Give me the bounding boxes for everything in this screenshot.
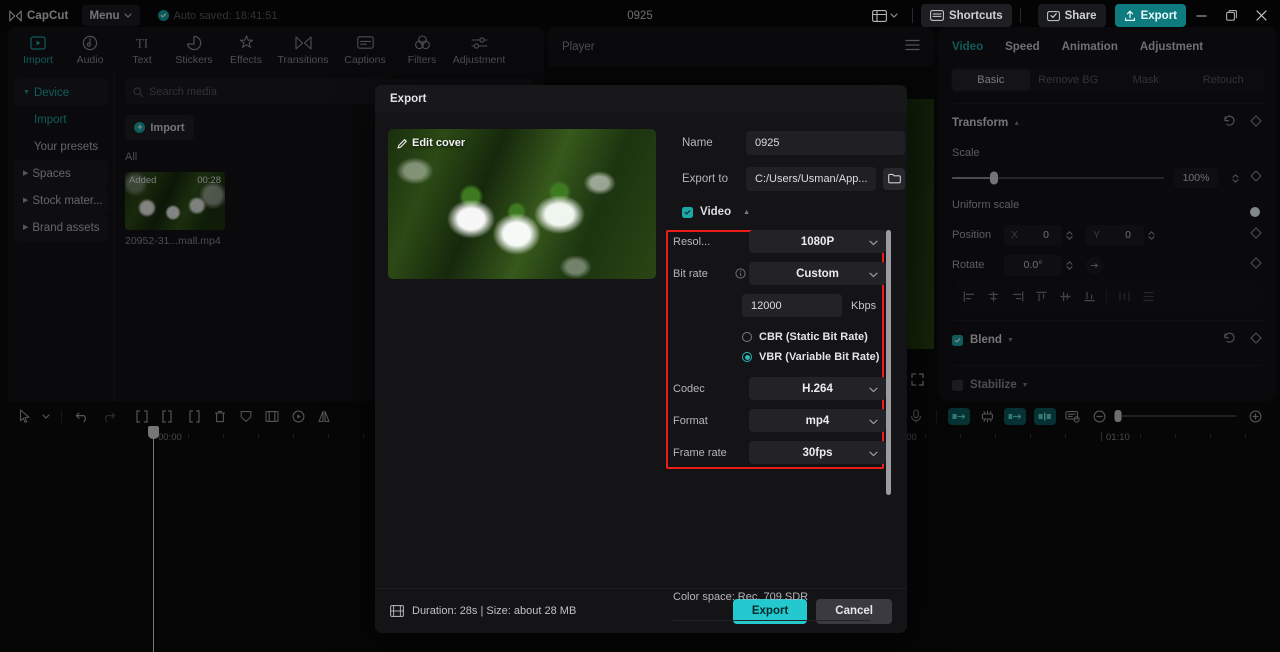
shortcuts-button[interactable]: Shortcuts [920,4,1012,27]
export-dialog-scrollbar[interactable] [886,230,891,577]
edit-cover-button[interactable]: Edit cover [397,137,465,149]
export-dialog-header: Export [375,85,907,112]
cbr-radio-row[interactable]: CBR (Static Bit Rate) [666,327,907,347]
name-label: Name [682,136,713,149]
chevron-down-icon [869,380,878,398]
share-label: Share [1064,9,1097,22]
codec-select[interactable]: H.264 [749,377,886,400]
minimize-button[interactable] [1186,0,1216,31]
export-button[interactable]: Export [1114,4,1186,27]
resolution-value: 1080P [800,235,835,248]
video-section-header: Video ▲ [682,206,905,218]
upload-icon [1124,10,1135,21]
export-to-row: Export to C:/Users/Usman/App... [682,165,906,192]
export-to-label: Export to [682,172,729,185]
vbr-radio-row[interactable]: VBR (Variable Bit Rate) [666,347,907,367]
chevron-down-icon [869,265,878,283]
chevron-down-icon [890,13,898,18]
format-row: Format mp4 [666,409,907,432]
color-space-label: Color space: Rec. 709 SDR [673,591,809,603]
framerate-select[interactable]: 30fps [749,441,886,464]
close-button[interactable] [1246,0,1276,31]
share-icon [1046,10,1060,21]
bitrate-mode-value: Custom [796,267,839,280]
shortcuts-label: Shortcuts [948,9,1003,22]
bitrate-mode-row: Bit rate Custom [666,262,907,285]
capcut-window: CapCut Menu Auto saved: 18:41:51 0925 Sh… [0,0,1280,652]
info-icon[interactable] [735,268,749,279]
divider [1019,8,1021,23]
vbr-label: VBR (Variable Bit Rate) [759,351,880,363]
resolution-row: Resol... 1080P [666,230,907,253]
cbr-radio[interactable] [742,332,752,342]
vbr-radio[interactable] [742,352,752,362]
layout-icon [871,9,887,22]
cover-preview-wrap: Edit cover [388,129,656,588]
keyboard-icon [930,10,944,21]
top-bar-right: Shortcuts Share Export [866,0,1280,31]
framerate-label: Frame rate [673,446,727,459]
layout-switch-button[interactable] [866,5,904,27]
video-settings: Resol... 1080P Bit rate Custom 12000 Kbp… [666,230,907,473]
browse-folder-button[interactable] [883,167,906,190]
format-value: mp4 [805,414,830,427]
name-input[interactable]: 0925 [746,130,906,155]
video-section-label: Video [700,206,732,218]
scrollbar-thumb[interactable] [886,230,891,495]
bitrate-mode-select[interactable]: Custom [749,262,886,285]
framerate-value: 30fps [802,446,833,459]
cover-preview-image [388,129,656,279]
edit-pencil-icon [397,138,407,149]
codec-value: H.264 [802,382,833,395]
export-dialog-body: Edit cover Name 0925 Export to C:/Users/… [375,112,907,621]
codec-row: Codec H.264 [666,377,907,400]
bitrate-value-row: 12000 Kbps [666,294,907,317]
video-checkbox[interactable] [682,206,693,218]
cbr-label: CBR (Static Bit Rate) [759,331,868,343]
film-icon [390,605,404,617]
export-dialog-footer: Duration: 28s | Size: about 28 MB Export… [375,588,907,633]
export-to-input[interactable]: C:/Users/Usman/App... [746,166,877,191]
bitrate-input[interactable]: 12000 [742,294,842,317]
cover-preview[interactable]: Edit cover [388,129,656,279]
edit-cover-label: Edit cover [412,137,466,149]
export-label: Export [1140,9,1177,22]
bitrate-label: Bit rate [673,267,708,280]
divider [911,8,913,23]
folder-icon [888,173,901,184]
codec-label: Codec [673,382,705,395]
framerate-row: Frame rate 30fps [666,441,907,464]
share-button[interactable]: Share [1037,4,1106,27]
maximize-button[interactable] [1216,0,1246,31]
export-dialog: Export Edit cover Name 0925 Export to C:… [375,85,907,633]
format-label: Format [673,414,708,427]
resolution-select[interactable]: 1080P [749,230,886,253]
chevron-down-icon [869,444,878,462]
caret-up-icon[interactable]: ▲ [743,209,750,216]
bitrate-unit-label: Kbps [851,299,877,312]
resolution-label: Resol... [673,235,711,248]
chevron-down-icon [869,233,878,251]
divider [673,620,870,621]
format-select[interactable]: mp4 [749,409,886,432]
duration-size-text: Duration: 28s | Size: about 28 MB [412,605,577,617]
export-dialog-title: Export [390,92,427,105]
chevron-down-icon [869,412,878,430]
name-row: Name 0925 [682,129,906,156]
